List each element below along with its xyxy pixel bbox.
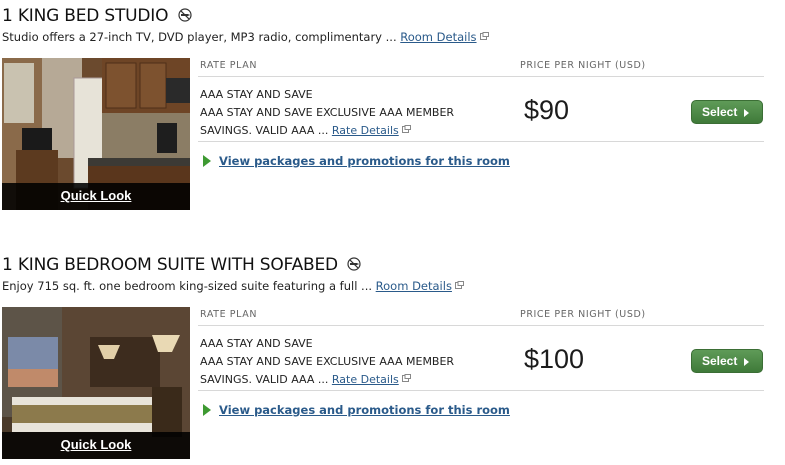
room-details-link[interactable]: Room Details	[400, 30, 476, 44]
no-smoking-icon	[177, 8, 192, 22]
rate-description-line2: SAVINGS. VALID AAA ... Rate Details	[200, 122, 510, 140]
arrow-right-icon	[744, 358, 749, 366]
external-link-icon	[401, 125, 411, 133]
room-card-king-bedroom-suite: 1 KING BEDROOM SUITE WITH SOFABED Enjoy …	[0, 255, 785, 460]
price-per-night: $90	[524, 95, 570, 125]
price-per-night: $100	[524, 344, 585, 374]
packages-link[interactable]: View packages and promotions for this ro…	[203, 403, 510, 417]
room-title: 1 KING BEDROOM SUITE WITH SOFABED	[2, 255, 361, 275]
room-photo-studio[interactable]: Quick Look	[2, 58, 190, 210]
quick-look-button[interactable]: Quick Look	[2, 183, 190, 210]
rate-description-line1: AAA STAY AND SAVE EXCLUSIVE AAA MEMBER	[200, 355, 455, 368]
select-button-label: Select	[702, 354, 738, 368]
rate-description-line2: SAVINGS. VALID AAA ... Rate Details	[200, 371, 510, 389]
room-details-link[interactable]: Room Details	[376, 279, 452, 293]
rate-name: AAA STAY AND SAVE	[200, 88, 313, 101]
room-description: Studio offers a 27-inch TV, DVD player, …	[2, 30, 489, 44]
rate-description-text: SAVINGS. VALID AAA ...	[200, 124, 332, 137]
room-title-text: 1 KING BEDROOM SUITE WITH SOFABED	[2, 255, 338, 275]
quick-look-button[interactable]: Quick Look	[2, 432, 190, 459]
rate-plan-header: RATE PLAN	[200, 60, 258, 71]
rate-plan: AAA STAY AND SAVE AAA STAY AND SAVE EXCL…	[200, 86, 510, 140]
rate-plan: AAA STAY AND SAVE AAA STAY AND SAVE EXCL…	[200, 335, 510, 389]
room-photo-suite[interactable]: Quick Look	[2, 307, 190, 459]
select-button-label: Select	[702, 105, 738, 119]
no-smoking-icon	[347, 257, 361, 271]
play-arrow-icon	[203, 155, 211, 167]
rate-details-link[interactable]: Rate Details	[332, 373, 399, 386]
divider	[198, 325, 764, 326]
price-header: PRICE PER NIGHT (USD)	[520, 60, 646, 71]
divider	[198, 76, 764, 77]
price-header: PRICE PER NIGHT (USD)	[520, 309, 646, 320]
select-button[interactable]: Select	[691, 349, 763, 373]
room-description: Enjoy 715 sq. ft. one bedroom king-sized…	[2, 279, 464, 293]
external-link-icon	[479, 32, 489, 40]
room-description-text: Studio offers a 27-inch TV, DVD player, …	[2, 30, 401, 44]
divider	[198, 390, 764, 391]
arrow-right-icon	[744, 109, 749, 117]
select-button[interactable]: Select	[691, 100, 763, 124]
rate-description-text: SAVINGS. VALID AAA ...	[200, 373, 332, 386]
rate-name: AAA STAY AND SAVE	[200, 337, 313, 350]
divider	[198, 141, 764, 142]
room-title: 1 KING BED STUDIO	[2, 6, 192, 26]
packages-link[interactable]: View packages and promotions for this ro…	[203, 154, 510, 168]
external-link-icon	[454, 281, 464, 289]
rate-description-line1: AAA STAY AND SAVE EXCLUSIVE AAA MEMBER	[200, 106, 455, 119]
external-link-icon	[401, 374, 411, 382]
room-title-text: 1 KING BED STUDIO	[2, 6, 169, 26]
rate-plan-header: RATE PLAN	[200, 309, 258, 320]
packages-link-label: View packages and promotions for this ro…	[219, 154, 510, 168]
rate-details-link[interactable]: Rate Details	[332, 124, 399, 137]
room-description-text: Enjoy 715 sq. ft. one bedroom king-sized…	[2, 279, 376, 293]
room-card-king-bed-studio: 1 KING BED STUDIO Studio offers a 27-inc…	[0, 6, 785, 211]
play-arrow-icon	[203, 404, 211, 416]
packages-link-label: View packages and promotions for this ro…	[219, 403, 510, 417]
